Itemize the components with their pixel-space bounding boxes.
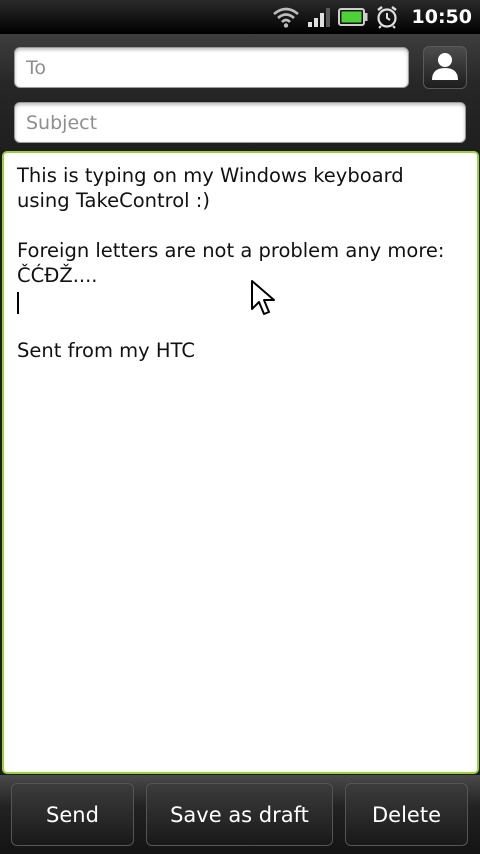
status-icons: 10:50 <box>272 0 472 34</box>
to-field[interactable] <box>14 47 409 88</box>
status-clock: 10:50 <box>411 6 472 28</box>
action-bar: Send Save as draft Delete <box>0 775 480 854</box>
compose-header <box>0 34 480 150</box>
save-draft-button[interactable]: Save as draft <box>146 783 333 846</box>
message-body[interactable]: This is typing on my Windows keyboard us… <box>2 151 479 774</box>
save-draft-button-label: Save as draft <box>170 802 309 827</box>
body-line: Foreign letters are not a problem any mo… <box>17 239 445 262</box>
delete-button[interactable]: Delete <box>345 783 468 846</box>
delete-button-label: Delete <box>372 802 441 827</box>
status-bar: 10:50 <box>0 0 480 34</box>
send-button[interactable]: Send <box>11 783 134 846</box>
send-button-label: Send <box>46 802 99 827</box>
subject-field[interactable] <box>14 102 466 143</box>
person-icon <box>431 51 459 85</box>
contact-picker-button[interactable] <box>423 46 467 89</box>
signal-icon <box>307 7 331 27</box>
body-line: This is typing on my Windows keyboard <box>17 164 404 187</box>
mouse-pointer-icon <box>250 279 276 321</box>
body-line: using TakeControl :) <box>17 189 210 212</box>
wifi-icon <box>272 6 300 28</box>
body-line: ČĆĐŽ.... <box>17 264 98 287</box>
body-line: Sent from my HTC <box>17 339 195 362</box>
alarm-icon <box>375 5 399 29</box>
text-caret <box>17 292 19 314</box>
battery-icon <box>337 8 368 26</box>
